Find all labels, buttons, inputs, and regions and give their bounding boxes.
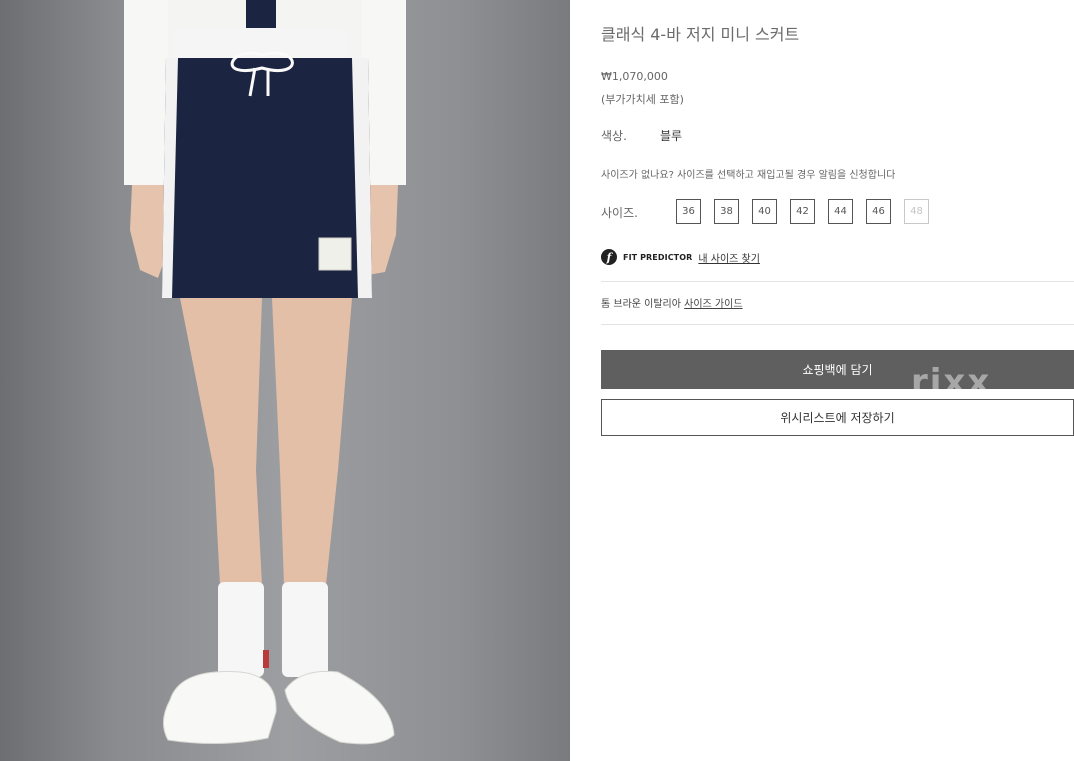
find-my-size-link[interactable]: 내 사이즈 찾기 [698, 250, 760, 265]
fit-predictor-logo-icon: f [601, 249, 617, 265]
fit-predictor-brand: FIT PREDICTOR [623, 252, 693, 262]
size-option-40[interactable]: 40 [752, 199, 777, 224]
color-value: 블루 [660, 129, 683, 143]
size-option-42[interactable]: 42 [790, 199, 815, 224]
size-notify-text[interactable]: 사이즈가 없나요? 사이즈를 선택하고 재입고될 경우 알림을 신청합니다 [601, 166, 895, 181]
size-option-36[interactable]: 36 [676, 199, 701, 224]
size-guide-link[interactable]: 사이즈 가이드 [684, 299, 742, 310]
color-label: 색상. [601, 129, 627, 143]
size-option-46[interactable]: 46 [866, 199, 891, 224]
vat-note: (부가가치세 포함) [601, 93, 684, 106]
product-image [0, 0, 570, 761]
size-guide-prefix: 톰 브라운 이탈리아 [601, 299, 681, 310]
size-option-48: 48 [904, 199, 929, 224]
add-to-bag-button[interactable]: 쇼핑백에 담기 [601, 350, 1074, 389]
size-option-44[interactable]: 44 [828, 199, 853, 224]
size-selector: 36 38 40 42 44 46 48 [676, 199, 929, 224]
product-details-panel: 클래식 4-바 저지 미니 스커트 ₩1,070,000 (부가가치세 포함) … [601, 0, 1074, 761]
watermark-logo: rixx [911, 362, 992, 402]
size-option-38[interactable]: 38 [714, 199, 739, 224]
product-title: 클래식 4-바 저지 미니 스커트 [601, 25, 800, 44]
fit-predictor: f FIT PREDICTOR 내 사이즈 찾기 [601, 249, 760, 265]
product-price: ₩1,070,000 [601, 70, 668, 83]
size-guide-row: 톰 브라운 이탈리아 사이즈 가이드 [601, 295, 743, 310]
size-label: 사이즈. [601, 206, 638, 220]
divider [601, 324, 1074, 325]
product-illustration [124, 0, 406, 745]
save-wishlist-button[interactable]: 위시리스트에 저장하기 [601, 399, 1074, 436]
divider [601, 281, 1074, 282]
